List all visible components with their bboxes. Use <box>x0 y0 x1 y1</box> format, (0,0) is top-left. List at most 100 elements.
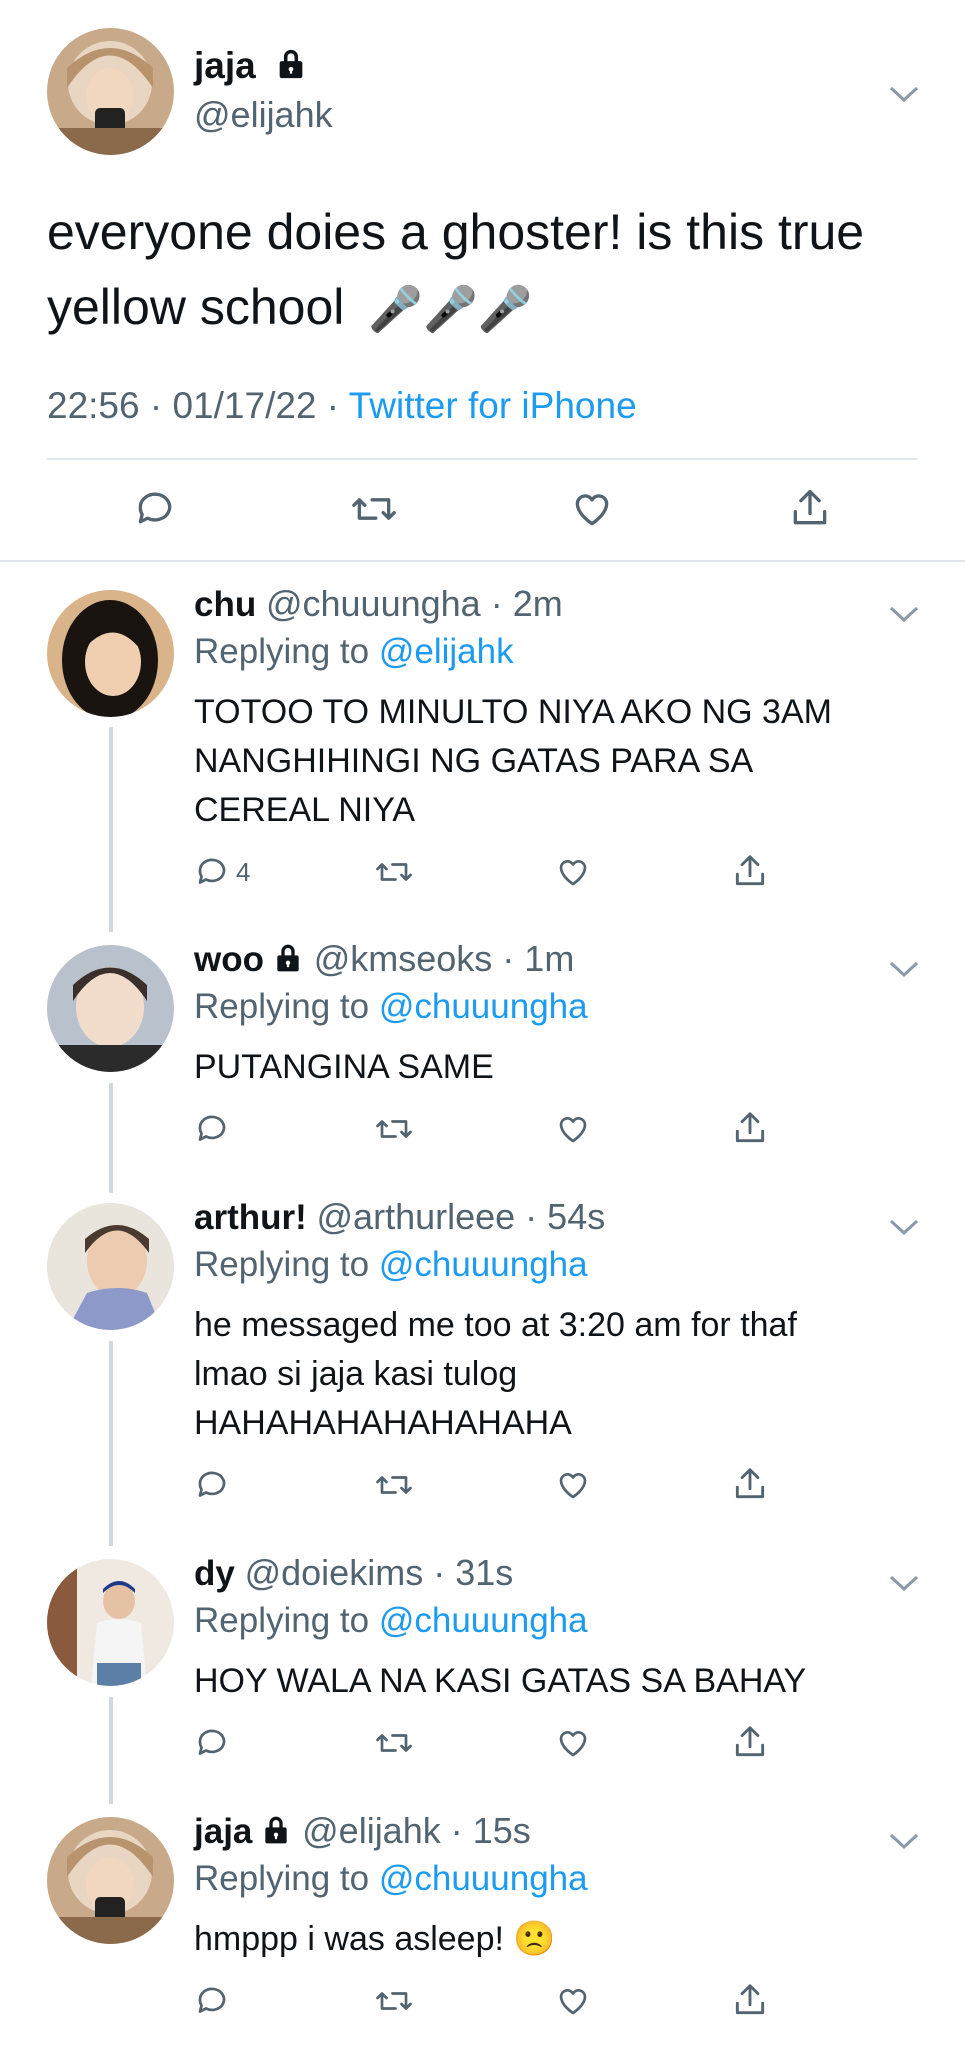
like-icon[interactable] <box>551 1981 595 2021</box>
author-name[interactable]: jaja <box>194 45 308 87</box>
like-icon[interactable] <box>551 1465 595 1505</box>
replying-to: Replying to @chuuungha <box>194 987 588 1027</box>
reply-time: 31s <box>455 1552 514 1593</box>
retweet-icon[interactable] <box>372 1109 416 1149</box>
like-icon[interactable] <box>551 852 595 892</box>
reply-icon[interactable] <box>194 1981 238 2021</box>
replying-to-link[interactable]: @elijahk <box>379 632 514 671</box>
reply-header: woo @kmseoks · 1m <box>194 938 574 980</box>
reply-author-name[interactable]: arthur! <box>194 1198 307 1237</box>
reply-header: dy @doiekims · 31s <box>194 1552 513 1594</box>
reply-author-handle[interactable]: @arthurleee <box>317 1196 516 1237</box>
reply-header: arthur! @arthurleee · 54s <box>194 1196 605 1238</box>
reply-author-name[interactable]: woo <box>194 940 264 979</box>
reply-header: jaja @elijahk · 15s <box>194 1810 531 1852</box>
chevron-down-icon[interactable] <box>889 1217 919 1237</box>
replying-to-label: Replying to <box>194 1601 370 1640</box>
lock-icon <box>260 1814 292 1846</box>
share-icon[interactable] <box>728 1721 772 1763</box>
retweet-icon[interactable] <box>372 1723 416 1763</box>
separator-dot: · <box>149 385 173 426</box>
share-icon[interactable] <box>728 850 772 892</box>
reply-text-line: lmao si jaja kasi tulog <box>194 1355 518 1393</box>
retweet-icon[interactable] <box>372 1981 416 2021</box>
like-icon[interactable] <box>551 1109 595 1149</box>
separator-dot: · <box>480 583 513 624</box>
avatar[interactable] <box>47 1559 174 1686</box>
reply-time: 54s <box>547 1196 606 1237</box>
replying-to-link[interactable]: @chuuungha <box>379 1245 588 1284</box>
reply-text-line: TOTOO TO MINULTO NIYA AKO NG 3AM <box>194 693 832 731</box>
author-name-text: jaja <box>194 45 256 86</box>
avatar[interactable] <box>47 590 174 717</box>
chevron-down-icon[interactable] <box>889 959 919 979</box>
reply-author-handle[interactable]: @doiekims <box>245 1552 424 1593</box>
reply-time: 15s <box>472 1810 531 1851</box>
replying-to-label: Replying to <box>194 1245 370 1284</box>
reply-text-line: HOY WALA NA KASI GATAS SA BAHAY <box>194 1662 807 1700</box>
reply-author-name[interactable]: dy <box>194 1554 235 1593</box>
like-icon[interactable] <box>551 1723 595 1763</box>
tweet-source-link[interactable]: Twitter for iPhone <box>349 385 637 426</box>
reply-time: 2m <box>512 583 563 624</box>
retweet-icon[interactable] <box>372 852 416 892</box>
chevron-down-icon[interactable] <box>889 84 919 104</box>
reply-author-name[interactable]: chu <box>194 585 256 624</box>
reply-text: he messaged me too at 3:20 am for thaf l… <box>194 1301 914 1448</box>
reply-text-line: NANGHIHINGI NG GATAS PARA SA <box>194 742 754 780</box>
separator-dot: · <box>492 938 525 979</box>
share-icon[interactable] <box>786 483 834 533</box>
share-icon[interactable] <box>728 1463 772 1505</box>
replying-to: Replying to @chuuungha <box>194 1245 588 1285</box>
reply-time: 1m <box>524 938 575 979</box>
retweet-icon[interactable] <box>372 1465 416 1505</box>
avatar[interactable] <box>47 945 174 1072</box>
avatar[interactable] <box>47 1817 174 1944</box>
like-icon[interactable] <box>568 485 616 533</box>
thread-line <box>109 727 113 932</box>
share-icon[interactable] <box>728 1979 772 2021</box>
reply-icon[interactable] <box>194 1109 238 1149</box>
lock-icon <box>274 47 308 81</box>
replying-to: Replying to @chuuungha <box>194 1859 588 1899</box>
retweet-icon[interactable] <box>348 485 400 533</box>
author-handle[interactable]: @elijahk <box>194 94 333 136</box>
separator-dot: · <box>423 1552 456 1593</box>
reply-icon[interactable] <box>194 1723 238 1763</box>
reply-icon[interactable]: 4 <box>194 852 264 892</box>
tweet-time: 22:56 <box>47 385 140 426</box>
chevron-down-icon[interactable] <box>889 1831 919 1851</box>
chevron-down-icon[interactable] <box>889 1573 919 1593</box>
divider <box>0 560 965 562</box>
reply-author-handle[interactable]: @elijahk <box>302 1810 441 1851</box>
reply-text-line: HAHAHAHAHAHAHAHA <box>194 1404 572 1442</box>
reply-text-line: he messaged me too at 3:20 am for thaf <box>194 1306 797 1344</box>
chevron-down-icon[interactable] <box>889 604 919 624</box>
reply-text-line: PUTANGINA SAME <box>194 1048 494 1086</box>
reply-author-handle[interactable]: @kmseoks <box>314 938 493 979</box>
tweet-meta: 22:56 · 01/17/22 · Twitter for iPhone <box>47 385 637 427</box>
replying-to-link[interactable]: @chuuungha <box>379 987 588 1026</box>
avatar[interactable] <box>47 28 174 155</box>
thread-line <box>109 1697 113 1804</box>
thread-line <box>109 1083 113 1193</box>
reply-text-line: hmppp i was asleep! 🙁 <box>194 1920 556 1958</box>
reply-icon[interactable] <box>131 485 179 533</box>
share-icon[interactable] <box>728 1107 772 1149</box>
reply-icon[interactable] <box>194 1465 238 1505</box>
tweet-text: everyone doies a ghoster! is this true y… <box>47 195 907 347</box>
tweet-date: 01/17/22 <box>172 385 317 426</box>
separator-dot: · <box>515 1196 548 1237</box>
reply-text-line: CEREAL NIYA <box>194 791 416 829</box>
replying-to-link[interactable]: @chuuungha <box>379 1859 588 1898</box>
replying-to-label: Replying to <box>194 987 370 1026</box>
reply-text: PUTANGINA SAME <box>194 1043 914 1092</box>
replying-to-link[interactable]: @chuuungha <box>379 1601 588 1640</box>
reply-author-handle[interactable]: @chuuungha <box>266 583 481 624</box>
microphone-emoji: 🎤🎤🎤 <box>368 285 533 334</box>
replying-to-label: Replying to <box>194 632 370 671</box>
lock-icon <box>272 942 304 974</box>
tweet-text-line: everyone doies a ghoster! is this true <box>47 204 865 260</box>
avatar[interactable] <box>47 1203 174 1330</box>
reply-author-name[interactable]: jaja <box>194 1812 252 1851</box>
